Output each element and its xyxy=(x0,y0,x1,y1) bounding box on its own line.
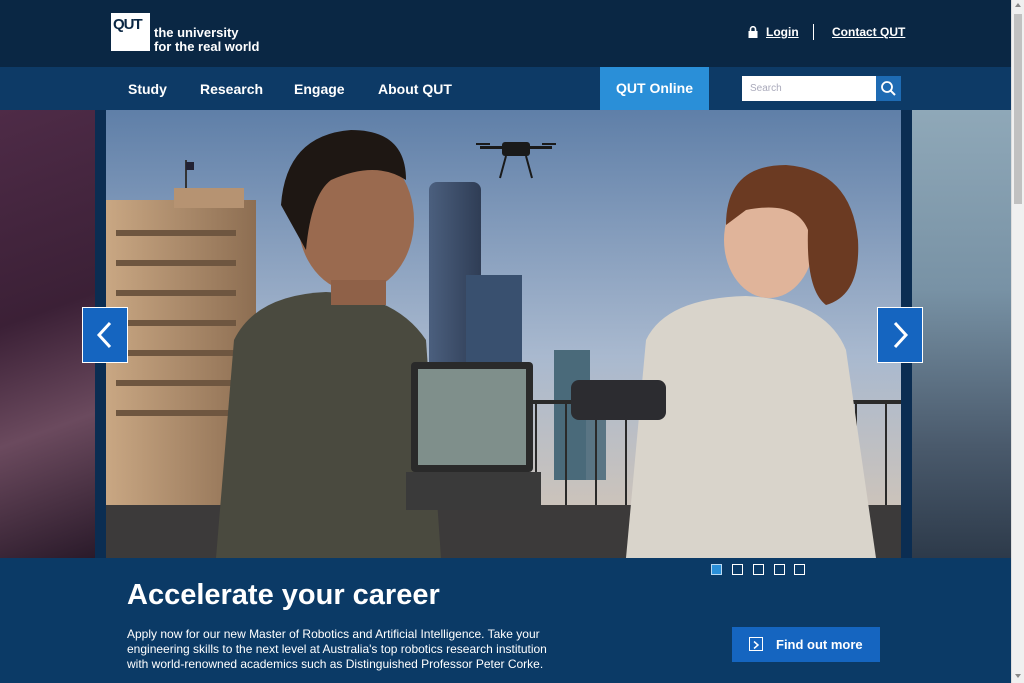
header-divider xyxy=(813,24,814,40)
nav-research[interactable]: Research xyxy=(200,81,263,97)
next-slide-button[interactable] xyxy=(877,307,923,363)
hero-slider xyxy=(0,110,1011,558)
find-out-more-label: Find out more xyxy=(776,637,863,652)
logo-text: QUT xyxy=(113,16,143,33)
hero-description: Apply now for our new Master of Robotics… xyxy=(127,627,547,671)
slide-dot[interactable] xyxy=(794,564,805,575)
scroll-thumb[interactable] xyxy=(1014,14,1022,204)
search-icon xyxy=(881,81,896,96)
next-slide-preview xyxy=(912,110,1011,558)
lock-icon xyxy=(748,26,758,38)
tagline-line-2: for the real world xyxy=(154,39,260,54)
slide-dot[interactable] xyxy=(753,564,764,575)
arrow-box-icon xyxy=(749,637,763,651)
main-nav: Study Research Engage About QUT QUT Onli… xyxy=(0,67,1011,110)
nav-about[interactable]: About QUT xyxy=(378,81,452,97)
slide-dot[interactable] xyxy=(711,564,722,575)
scroll-up-icon[interactable] xyxy=(1015,3,1021,7)
nav-study[interactable]: Study xyxy=(128,81,167,97)
contact-link[interactable]: Contact QUT xyxy=(832,25,905,39)
chevron-right-icon xyxy=(893,321,909,349)
search-input[interactable] xyxy=(742,76,876,101)
slide-dot[interactable] xyxy=(732,564,743,575)
top-header: QUT the university for the real world Lo… xyxy=(0,0,1011,67)
chevron-left-icon xyxy=(96,321,112,349)
previous-slide-preview xyxy=(0,110,95,558)
page-scrollbar[interactable] xyxy=(1011,0,1024,683)
qut-logo[interactable]: QUT xyxy=(111,13,150,51)
hero-title: Accelerate your career xyxy=(127,579,440,611)
qut-online-button[interactable]: QUT Online xyxy=(600,67,709,110)
prev-slide-button[interactable] xyxy=(82,307,128,363)
hero-image xyxy=(106,110,901,558)
scroll-down-icon[interactable] xyxy=(1015,674,1021,678)
slide-dot[interactable] xyxy=(774,564,785,575)
logo-tagline[interactable]: the university for the real world xyxy=(154,26,259,54)
find-out-more-button[interactable]: Find out more xyxy=(732,627,880,662)
search-button[interactable] xyxy=(876,76,901,101)
tagline-line-1: the university xyxy=(154,25,239,40)
nav-engage[interactable]: Engage xyxy=(294,81,345,97)
login-link[interactable]: Login xyxy=(766,25,799,39)
